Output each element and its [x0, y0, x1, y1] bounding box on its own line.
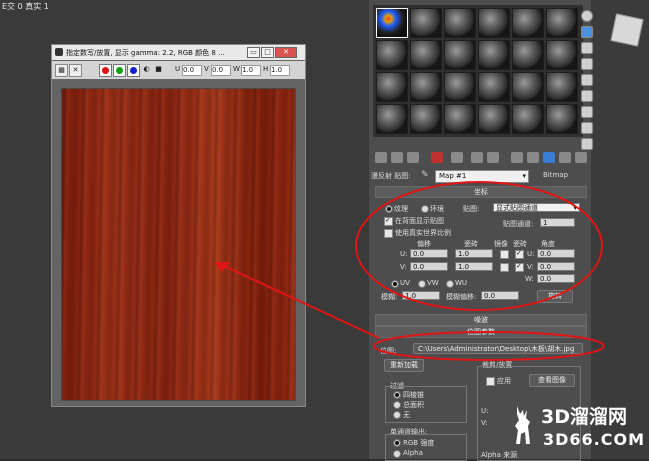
watermark-sub-text: 3D66.COM	[543, 430, 646, 449]
annotation-ellipse-bitmap-path	[373, 331, 605, 361]
watermark-main-text: 3D溜溜网	[541, 406, 627, 428]
deer-logo-icon	[511, 404, 537, 448]
annotation-arrow-line	[221, 264, 380, 339]
annotation-ellipse-coordinates	[355, 181, 603, 311]
annotation-overlay	[214, 181, 605, 361]
watermark: 3D溜溜网 3D66.COM	[505, 398, 649, 459]
